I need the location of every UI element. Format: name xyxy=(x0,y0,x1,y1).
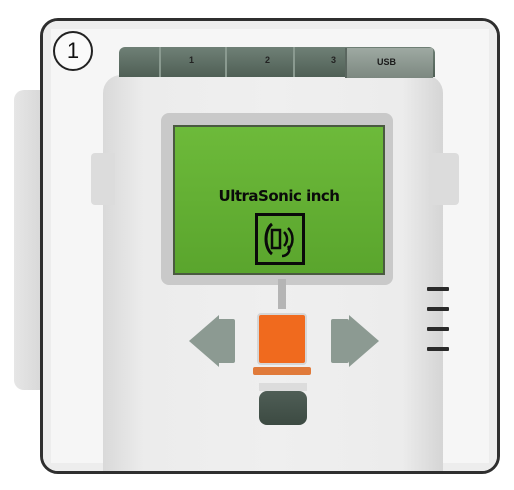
side-tab-right xyxy=(431,153,459,205)
usb-port: USB xyxy=(345,48,433,78)
lcd-screen: UltraSonic inch xyxy=(173,125,385,275)
ultrasonic-sensor-icon xyxy=(255,213,305,265)
enter-button-base xyxy=(253,367,311,375)
speaker-slot xyxy=(427,327,449,331)
screen-sensor-label: UltraSonic inch xyxy=(218,187,340,205)
back-button[interactable] xyxy=(259,391,307,425)
speaker-slot xyxy=(427,347,449,351)
speaker-slot xyxy=(427,287,449,291)
port-label-3: 3 xyxy=(331,55,337,65)
instruction-frame: 1 1 2 3 USB UltraSonic inch xyxy=(40,18,500,474)
speaker-slot xyxy=(427,307,449,311)
enter-button[interactable] xyxy=(257,313,307,365)
right-arrow-button-body[interactable] xyxy=(331,319,349,363)
right-arrow-button[interactable] xyxy=(349,315,379,367)
back-button-gap xyxy=(259,383,307,391)
port-divider xyxy=(159,47,161,77)
left-arrow-button[interactable] xyxy=(189,315,219,367)
port-divider xyxy=(293,47,295,77)
step-number-badge: 1 xyxy=(53,31,93,71)
button-stem xyxy=(278,279,286,309)
port-label-1: 1 xyxy=(189,55,195,65)
usb-label: USB xyxy=(377,57,397,67)
left-arrow-button-body[interactable] xyxy=(217,319,235,363)
step-number: 1 xyxy=(66,38,80,63)
port-divider xyxy=(225,47,227,77)
side-tab-left xyxy=(91,153,115,205)
port-label-2: 2 xyxy=(265,55,271,65)
